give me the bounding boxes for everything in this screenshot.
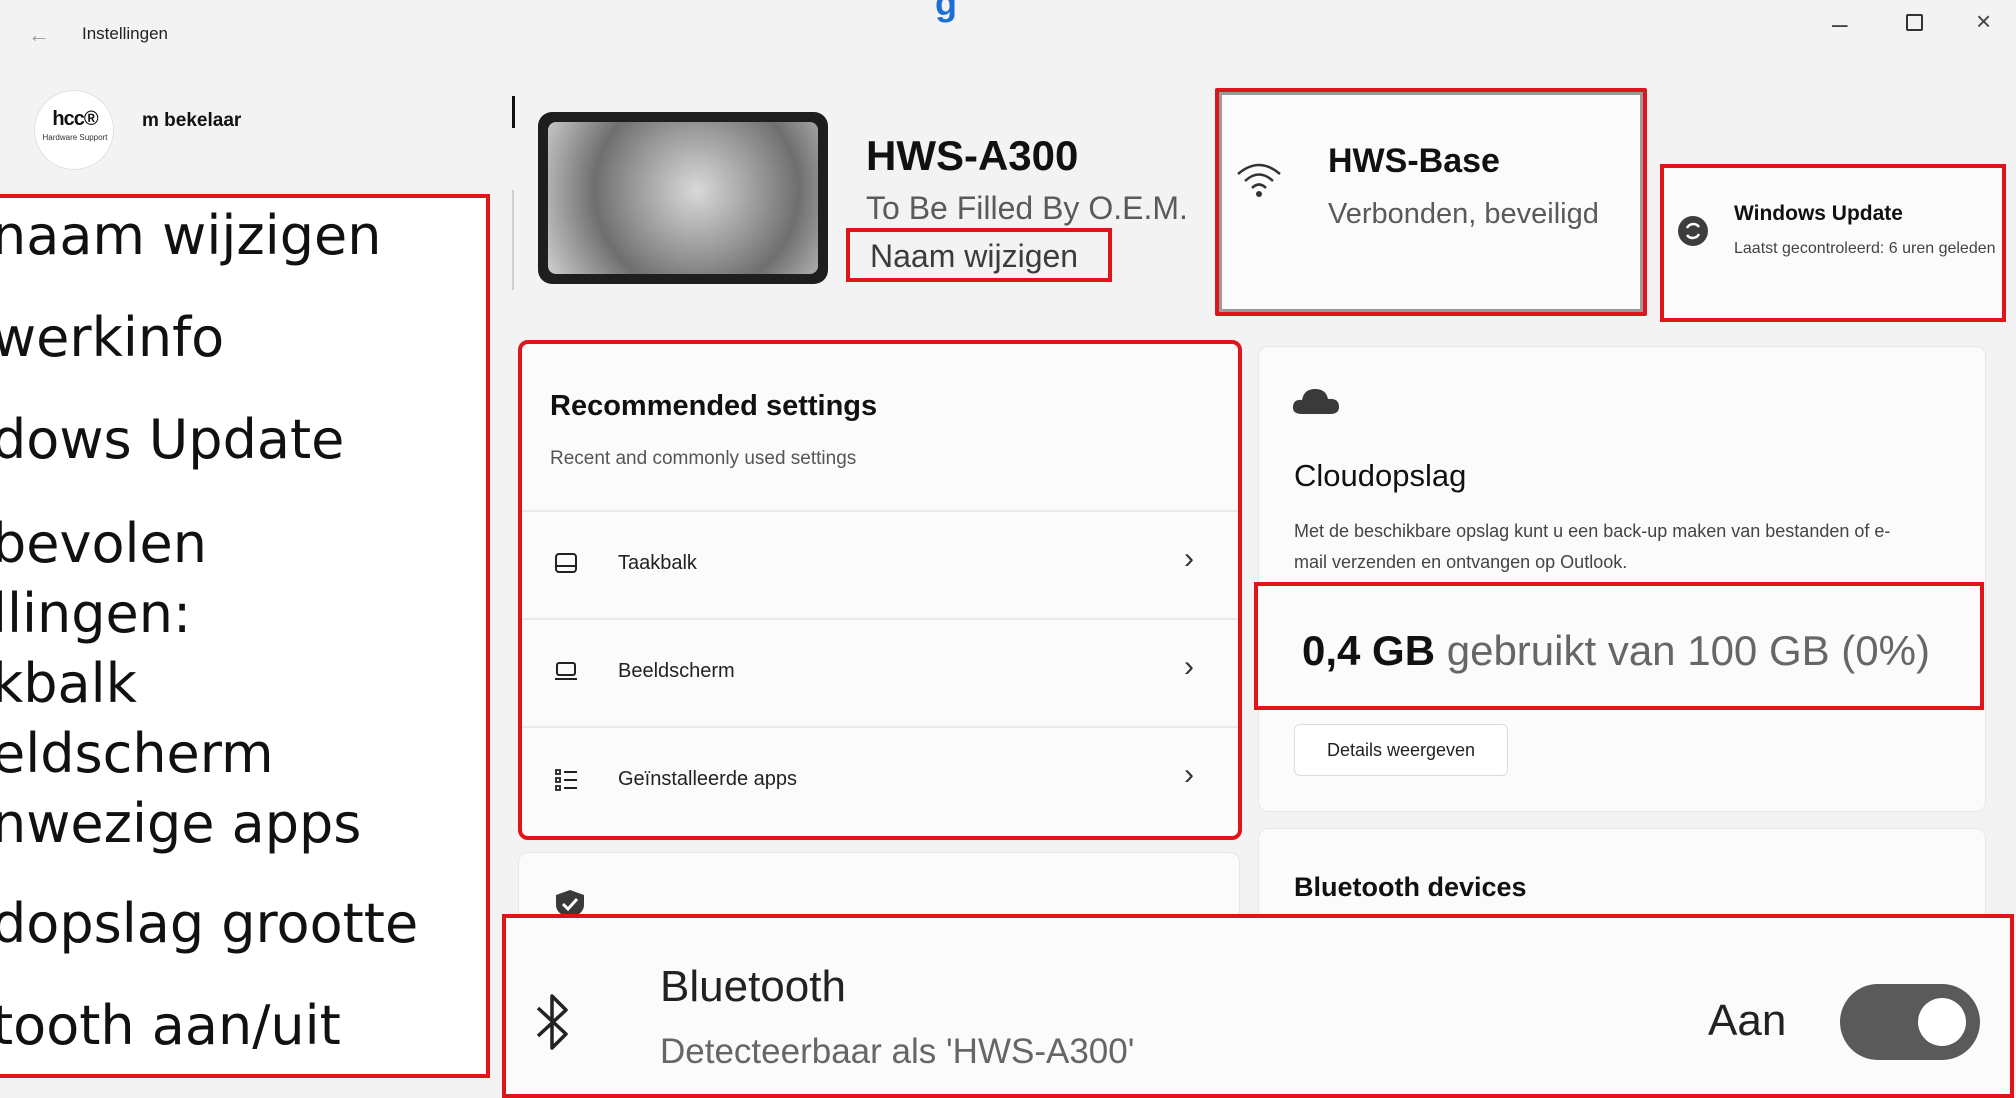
network-status: Verbonden, beveiligd <box>1328 198 1599 230</box>
avatar-logo-text: hcc® <box>52 108 98 130</box>
back-button[interactable]: ← <box>28 22 50 48</box>
device-name: HWS-A300 <box>866 132 1079 179</box>
windows-update-title: Windows Update <box>1734 202 1903 225</box>
bluetooth-title: Bluetooth <box>660 962 846 1011</box>
storage-used-amount: 0,4 GB <box>1302 627 1436 674</box>
windows-update-status: Laatst gecontroleerd: 6 uren geleden <box>1734 240 1996 257</box>
rename-device-link[interactable]: Naam wijzigen <box>870 238 1078 275</box>
details-button[interactable]: Details weergeven <box>1294 724 1508 776</box>
close-button[interactable]: × <box>1976 6 1991 37</box>
annotation-panel: naam wijzigen werkinfo dows Update bevol… <box>0 194 490 1078</box>
cloud-storage-title: Cloudopslag <box>1294 458 1467 493</box>
user-name: m bekelaar <box>142 110 242 131</box>
bluetooth-description: Detecteerbaar als 'HWS-A300' <box>660 1032 1135 1071</box>
cloud-storage-description: Met de beschikbare opslag kunt u een bac… <box>1294 521 1891 572</box>
avatar-logo-subtext: Hardware Support <box>42 133 108 142</box>
annotation-line: bevolen <box>0 512 207 575</box>
annotation-line: tooth aan/uit <box>0 994 341 1057</box>
annotation-line: eldscherm <box>0 722 274 785</box>
toggle-knob <box>1918 998 1966 1046</box>
bluetooth-icon <box>530 990 576 1054</box>
annotation-line: kbalk <box>0 652 137 715</box>
device-thumbnail <box>538 112 828 284</box>
bluetooth-state-label: Aan <box>1708 996 1787 1045</box>
title-bar <box>0 0 2016 70</box>
divider <box>512 190 514 290</box>
annotation-line: werkinfo <box>0 306 225 369</box>
wallpaper-bloom-image <box>548 122 818 274</box>
storage-usage-rest: gebruikt van 100 GB (0%) <box>1446 627 1930 674</box>
avatar[interactable]: hcc® Hardware Support <box>34 90 114 170</box>
sync-icon <box>1678 216 1708 246</box>
cloud-icon <box>1292 386 1340 416</box>
bluetooth-toggle[interactable] <box>1840 984 1980 1060</box>
minimize-button[interactable]: – <box>1832 8 1848 40</box>
annotation-line: dows Update <box>0 408 345 471</box>
text-cursor-divider <box>512 96 515 128</box>
maximize-button[interactable] <box>1906 14 1923 31</box>
annotation-line: naam wijzigen <box>0 204 382 267</box>
network-name: HWS-Base <box>1328 142 1500 180</box>
window-title: Instellingen <box>82 24 169 43</box>
device-manufacturer: To Be Filled By O.E.M. <box>866 190 1188 226</box>
storage-usage: 0,4 GB gebruikt van 100 GB (0%) <box>1302 627 1930 675</box>
bluetooth-devices-title: Bluetooth devices <box>1294 872 1527 902</box>
wifi-icon <box>1234 160 1284 200</box>
annotation-line: nwezige apps <box>0 792 362 855</box>
annotation-line: dopslag grootte <box>0 892 419 955</box>
recommended-highlight <box>518 340 1242 840</box>
annotation-line: llingen: <box>0 582 192 645</box>
top-accent-glyph: g <box>935 0 957 23</box>
